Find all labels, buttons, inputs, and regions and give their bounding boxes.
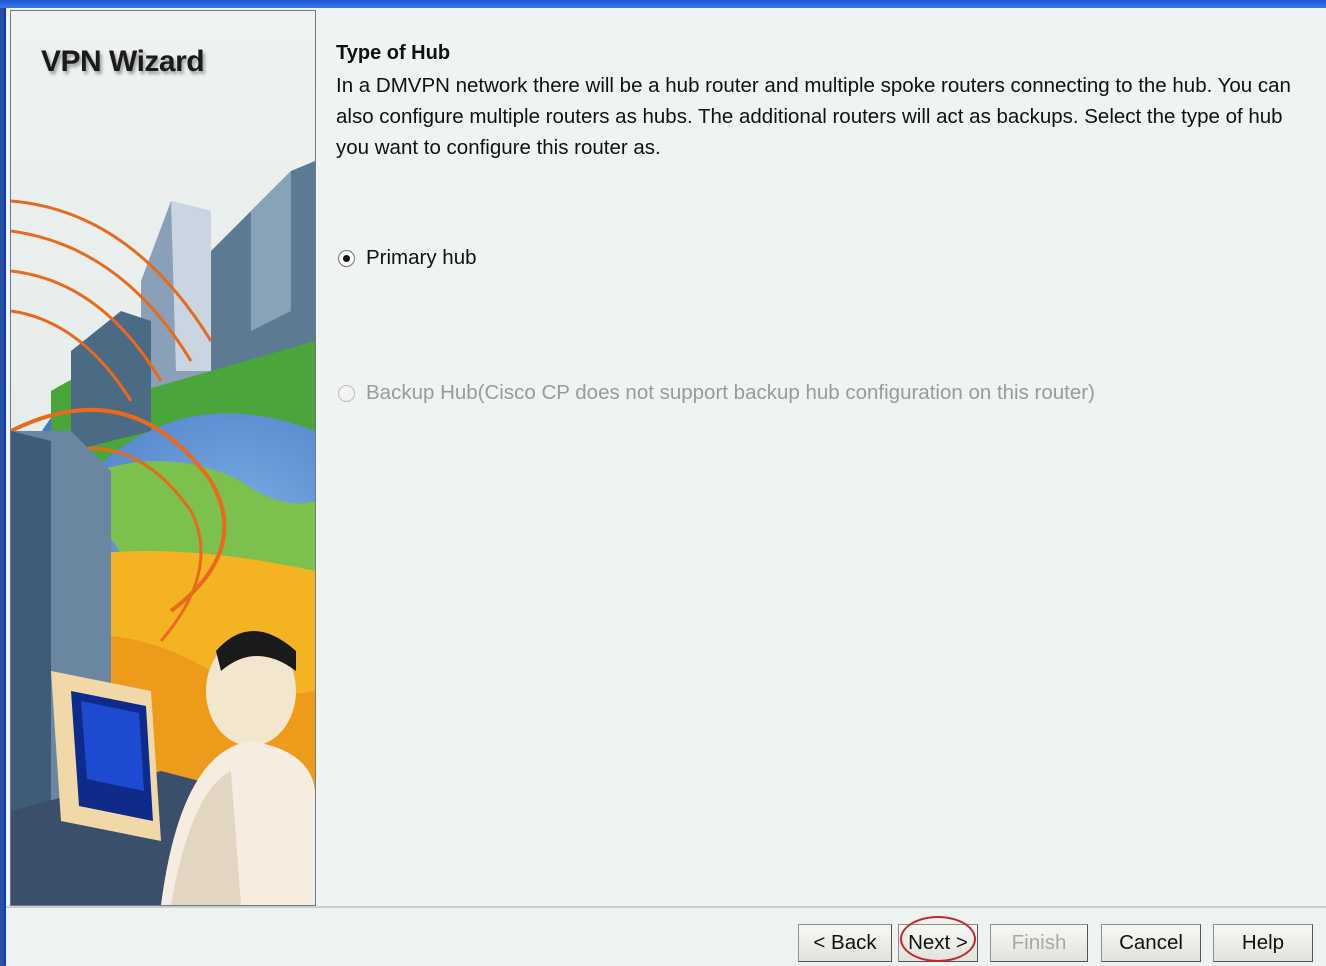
primary-hub-label[interactable]: Primary hub	[366, 246, 477, 270]
wizard-window: VPN Wizard Type of Hub In a DMVPN networ…	[4, 8, 1326, 966]
help-button[interactable]: Help	[1213, 924, 1313, 962]
backup-hub-option: Backup Hub(Cisco CP does not support bac…	[338, 381, 1095, 405]
wizard-button-bar: < Back Next > Finish Cancel Help	[6, 906, 1326, 966]
cancel-button[interactable]: Cancel	[1101, 924, 1201, 962]
wizard-side-panel: VPN Wizard	[10, 10, 316, 906]
back-button[interactable]: < Back	[798, 924, 892, 962]
window-titlebar	[0, 0, 1326, 8]
primary-hub-option[interactable]: Primary hub	[338, 246, 477, 270]
primary-hub-radio[interactable]	[338, 249, 355, 267]
page-title: Type of Hub	[336, 42, 451, 64]
backup-hub-radio	[338, 384, 355, 402]
next-button[interactable]: Next >	[898, 924, 978, 962]
finish-button: Finish	[990, 924, 1088, 962]
wizard-side-title: VPN Wizard	[41, 45, 205, 78]
backup-hub-label: Backup Hub(Cisco CP does not support bac…	[366, 381, 1095, 404]
page-description: In a DMVPN network there will be a hub r…	[336, 74, 1291, 159]
wizard-content-pane: Type of Hub In a DMVPN network there wil…	[318, 10, 1324, 906]
wizard-illustration	[11, 11, 315, 905]
